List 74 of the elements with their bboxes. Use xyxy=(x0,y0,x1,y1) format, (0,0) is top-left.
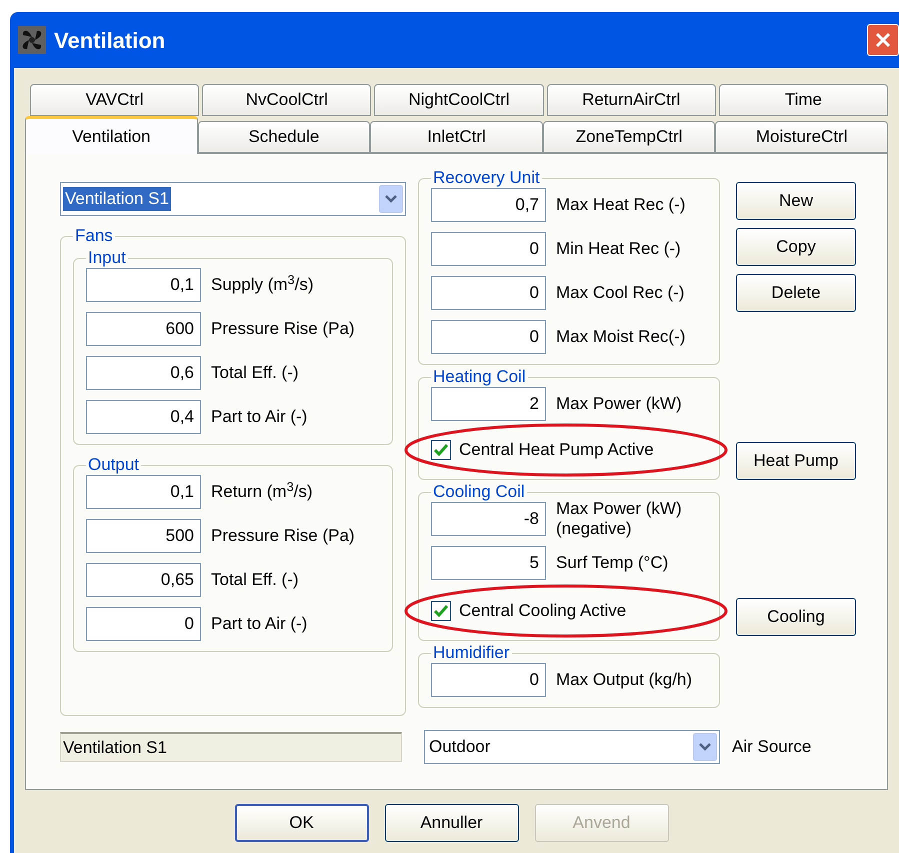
checkbox-label: Central Heat Pump Active xyxy=(459,439,654,462)
field-label: Supply (m$^{3}$/s) xyxy=(211,275,314,295)
number-field[interactable]: 2 xyxy=(431,387,546,421)
dialog-button[interactable]: Heat Pump xyxy=(736,442,856,480)
field-label: Max Cool Rec (-) xyxy=(556,283,684,303)
field-label: Pressure Rise (Pa) xyxy=(211,526,355,546)
check-icon xyxy=(434,605,448,617)
close-icon xyxy=(875,32,891,48)
group-title: Cooling Coil xyxy=(432,482,526,502)
field-label: Surf Temp (°C) xyxy=(556,553,670,573)
dropdown-value: Ventilation S1 xyxy=(63,187,171,211)
dropdown-value: Outdoor xyxy=(428,736,492,758)
group-title: Humidifier xyxy=(432,643,511,663)
number-field[interactable]: 0,7 xyxy=(431,188,546,222)
number-field[interactable]: -8 xyxy=(431,502,546,536)
field-label: Part to Air (-) xyxy=(211,407,308,427)
dialog-button[interactable]: OK xyxy=(234,804,368,842)
tab[interactable]: MoistureCtrl xyxy=(715,121,888,153)
number-field[interactable]: 0 xyxy=(86,607,201,641)
field-label: Max Moist Rec(-) xyxy=(556,327,686,347)
tab[interactable]: VAVCtrl xyxy=(30,84,200,116)
number-field[interactable]: 500 xyxy=(86,519,201,553)
number-field[interactable]: 0,4 xyxy=(86,400,201,434)
dialog-button[interactable]: Annuller xyxy=(384,804,518,842)
dialog-button[interactable]: New xyxy=(736,182,856,220)
field-label: Min Heat Rec (-) xyxy=(556,239,681,259)
tab[interactable]: NightCoolCtrl xyxy=(374,84,544,116)
number-field[interactable]: 0 xyxy=(431,663,546,697)
chevron-down-icon xyxy=(379,185,403,213)
chevron-down-icon xyxy=(693,733,717,761)
tab[interactable]: Schedule xyxy=(198,121,370,153)
group-title: Input xyxy=(87,248,127,268)
number-field[interactable]: 0 xyxy=(431,232,546,266)
field-label: Max Power (kW) (negative) xyxy=(556,499,683,539)
number-field[interactable]: 0,1 xyxy=(86,475,201,509)
number-field[interactable]: 0,6 xyxy=(86,356,201,390)
number-field[interactable]: 600 xyxy=(86,312,201,346)
number-field[interactable]: 0,1 xyxy=(86,268,201,302)
tab[interactable]: Time xyxy=(718,84,888,116)
air-source-label: Air Source xyxy=(732,736,812,758)
field-label: Total Eff. (-) xyxy=(211,570,299,590)
dropdown[interactable]: Ventilation S1 xyxy=(60,182,406,216)
group-title: Recovery Unit xyxy=(432,168,541,188)
group-title: Output xyxy=(87,455,140,475)
dialog-button[interactable]: Copy xyxy=(736,228,856,266)
group-title: Fans xyxy=(74,226,114,246)
number-field[interactable]: 0,65 xyxy=(86,563,201,597)
field-label: Max Heat Rec (-) xyxy=(556,195,686,215)
field-label: Max Output (kg/h) xyxy=(556,670,692,690)
checkbox[interactable] xyxy=(431,440,451,460)
check-icon xyxy=(434,444,448,456)
tab[interactable]: ZoneTempCtrl xyxy=(542,121,716,153)
dropdown[interactable]: Outdoor xyxy=(424,730,720,764)
field-label: Part to Air (-) xyxy=(211,614,308,634)
window-title: Ventilation xyxy=(54,26,166,54)
dialog-button[interactable]: Cooling xyxy=(736,598,856,636)
field-label: Return (m$^{3}$/s) xyxy=(211,482,313,502)
number-field[interactable]: 5 xyxy=(431,546,546,580)
dialog-button[interactable]: Delete xyxy=(736,274,856,312)
fan-icon xyxy=(18,26,46,54)
close-button[interactable] xyxy=(867,24,899,56)
checkbox[interactable] xyxy=(431,601,451,621)
name-field: Ventilation S1 xyxy=(60,732,402,762)
checkbox-label: Central Cooling Active xyxy=(459,600,626,622)
tab[interactable]: NvCoolCtrl xyxy=(202,84,372,116)
field-label: Max Power (kW) xyxy=(556,394,682,414)
number-field[interactable]: 0 xyxy=(431,276,546,310)
tab[interactable]: Ventilation xyxy=(25,116,198,154)
tab[interactable]: InletCtrl xyxy=(370,121,543,153)
field-label: Pressure Rise (Pa) xyxy=(211,319,355,339)
number-field[interactable]: 0 xyxy=(431,320,546,354)
field-label: Total Eff. (-) xyxy=(211,363,299,383)
tab[interactable]: ReturnAirCtrl xyxy=(546,84,716,116)
group-title: Heating Coil xyxy=(432,367,527,387)
